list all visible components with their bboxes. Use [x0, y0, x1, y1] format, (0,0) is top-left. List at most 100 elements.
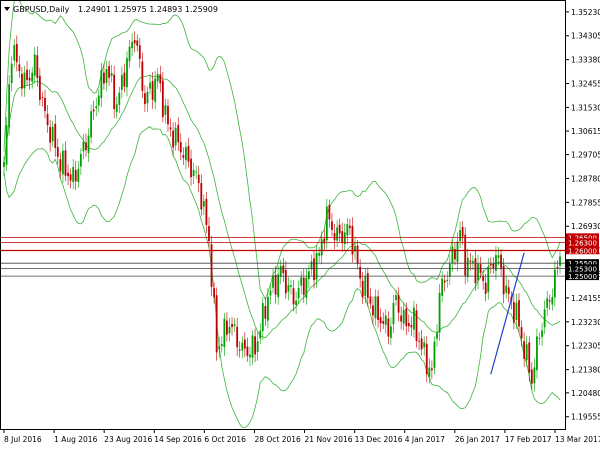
- candle-body: [520, 327, 523, 339]
- price-level-label: 1.25300: [566, 264, 599, 273]
- candle-body: [300, 277, 303, 286]
- candle: [8, 75, 11, 136]
- candle-body: [259, 330, 262, 339]
- candle-body: [128, 46, 131, 62]
- candle-body: [192, 169, 195, 177]
- candle-body: [131, 41, 134, 49]
- candle-body: [290, 285, 292, 287]
- candle-body: [133, 39, 136, 44]
- x-tick-label: 1 Aug 2016: [54, 435, 97, 444]
- candle-body: [46, 114, 49, 126]
- candle-body: [382, 321, 385, 324]
- candle-body: [200, 183, 203, 210]
- candle-body: [302, 277, 305, 295]
- candle-body: [525, 344, 528, 361]
- candle-body: [92, 109, 95, 112]
- y-tick-label: 1.32455: [571, 80, 600, 89]
- candle-body: [208, 226, 210, 242]
- candle-body: [438, 292, 441, 333]
- candle-body: [405, 308, 408, 327]
- price-level-label-text: 1.25000: [568, 273, 597, 281]
- candle-body: [23, 72, 26, 89]
- candle-body: [536, 336, 538, 371]
- candle-body: [328, 205, 331, 220]
- candle-body: [103, 72, 105, 84]
- candle-body: [372, 305, 374, 316]
- candle-body: [195, 171, 198, 173]
- candle-body: [325, 206, 328, 241]
- x-tick-label: 26 Jan 2017: [455, 435, 500, 444]
- candle-body: [402, 309, 405, 324]
- candle-body: [149, 82, 151, 89]
- price-level-label: 1.26300: [566, 238, 599, 248]
- candle-body: [49, 127, 52, 143]
- candle-body: [228, 326, 231, 334]
- y-tick-label: 1.27855: [571, 198, 600, 207]
- candle-body: [64, 150, 67, 176]
- candle-body: [518, 300, 520, 327]
- candle-body: [205, 198, 208, 225]
- y-tick-label: 1.31530: [571, 103, 600, 112]
- candle-body: [74, 170, 77, 182]
- candle-body: [233, 324, 236, 327]
- candle-body: [190, 158, 192, 178]
- candle-body: [118, 92, 121, 105]
- candle-body: [507, 287, 510, 294]
- candle-body: [418, 340, 420, 342]
- candle-body: [79, 153, 82, 167]
- y-tick-label: 1.35230: [571, 8, 600, 17]
- candle-body: [533, 367, 536, 384]
- y-tick-label: 1.21380: [571, 366, 600, 375]
- candle-body: [261, 303, 264, 332]
- candle: [215, 287, 218, 361]
- candle-body: [477, 263, 479, 281]
- candle-body: [264, 306, 267, 319]
- y-tick-label: 1.26930: [571, 222, 600, 231]
- candle-body: [292, 288, 295, 305]
- candle-body: [415, 310, 418, 341]
- candle-body: [428, 367, 431, 378]
- candle-body: [21, 73, 23, 89]
- candle-body: [333, 232, 336, 241]
- candle-body: [436, 332, 438, 339]
- candle-body: [15, 44, 18, 63]
- candle-body: [67, 172, 69, 177]
- candle-body: [8, 84, 11, 128]
- candle-body: [277, 274, 280, 298]
- candle-body: [144, 93, 146, 105]
- candle-body: [474, 258, 477, 284]
- y-tick-label: 1.23230: [571, 318, 600, 327]
- candle-body: [346, 224, 349, 236]
- candle-body: [336, 227, 338, 241]
- candle-body: [172, 130, 175, 148]
- candle-body: [389, 326, 392, 338]
- chart-window[interactable]: 1.35230 1.34305 1.33380 1.32455 1.31530 1.306…: [0, 0, 600, 450]
- candle-body: [54, 123, 57, 148]
- y-tick-label: 1.22305: [571, 342, 600, 351]
- candle-body: [115, 104, 118, 113]
- candle-body: [395, 295, 397, 301]
- candle-body: [548, 300, 551, 302]
- candle-body: [487, 266, 490, 293]
- candle-body: [215, 295, 218, 353]
- candle-body: [44, 97, 46, 112]
- candle-body: [451, 246, 454, 264]
- candle-body: [185, 147, 187, 161]
- candle-body: [179, 142, 182, 153]
- price-chart[interactable]: 1.35230 1.34305 1.33380 1.32455 1.31530 1.306…: [0, 0, 600, 450]
- x-tick-label: 6 Oct 2016: [204, 435, 246, 444]
- candle-body: [392, 302, 395, 325]
- candle-body: [246, 346, 249, 356]
- candle-body: [249, 354, 251, 358]
- candle-body: [251, 335, 254, 358]
- y-tick-label: 1.20480: [571, 389, 600, 398]
- candle-body: [231, 323, 233, 328]
- candle-body: [269, 290, 272, 296]
- candle-body: [56, 147, 59, 157]
- candle-body: [274, 274, 277, 295]
- candle-body: [187, 145, 190, 162]
- candle-body: [123, 72, 126, 87]
- candle-body: [77, 168, 80, 183]
- candle-body: [407, 323, 410, 327]
- candle-body: [90, 111, 93, 138]
